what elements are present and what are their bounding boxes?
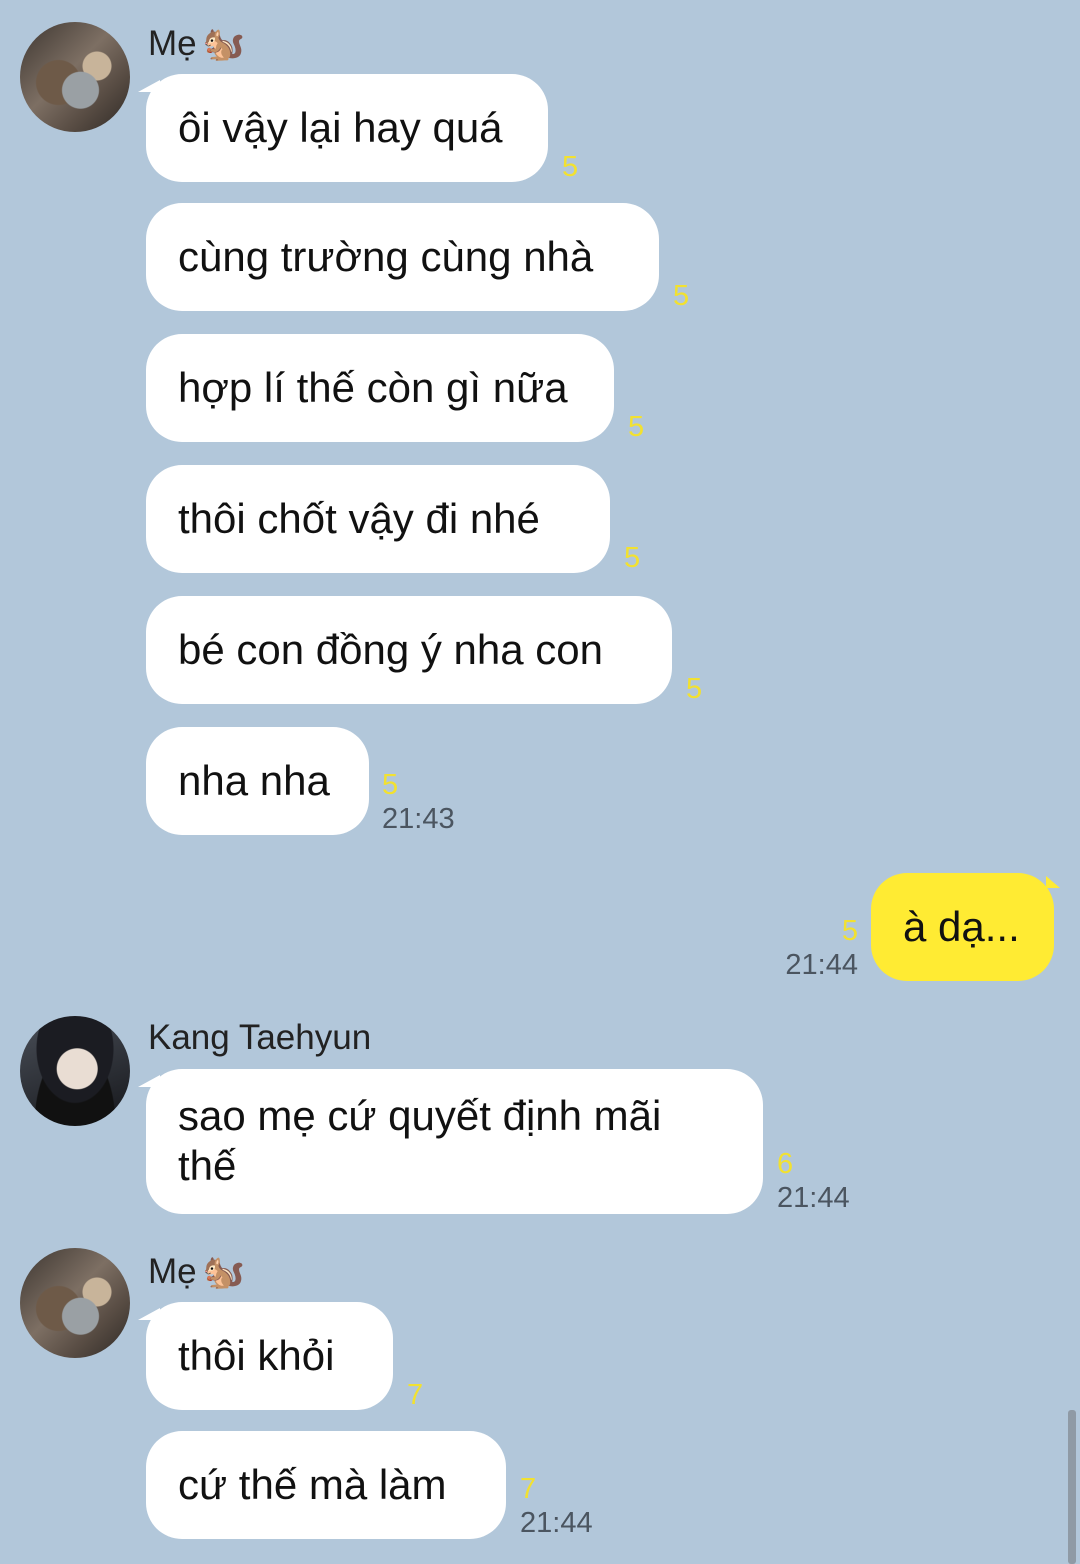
message-meta: 5 <box>624 541 640 575</box>
squirrel-icon: 🐿️ <box>202 25 245 63</box>
unread-count: 5 <box>562 151 579 183</box>
unread-count: 5 <box>841 915 858 947</box>
message-bubble[interactable]: ôi vậy lại hay quá <box>146 74 548 182</box>
avatar-kang-taehyun[interactable] <box>20 1016 130 1126</box>
message-bubble[interactable]: cùng trường cùng nhà <box>146 203 659 311</box>
message-meta: 7 21:44 <box>520 1472 593 1540</box>
unread-count: 7 <box>407 1379 424 1411</box>
timestamp: 21:43 <box>382 803 455 835</box>
sender-name: Kang Taehyun <box>148 1018 372 1057</box>
unread-count: 5 <box>624 542 641 574</box>
sender-name: Mẹ 🐿️ <box>148 24 245 63</box>
unread-count: 7 <box>520 1473 537 1505</box>
message-meta: 5 <box>686 672 702 706</box>
avatar-me[interactable] <box>20 22 130 132</box>
bubble-tail <box>1046 876 1060 888</box>
message-bubble[interactable]: nha nha <box>146 727 369 835</box>
message-meta: 5 <box>628 410 644 444</box>
unread-count: 6 <box>777 1148 794 1180</box>
message-meta: 6 21:44 <box>777 1147 850 1215</box>
message-bubble[interactable]: thôi khỏi <box>146 1302 393 1410</box>
scrollbar[interactable] <box>1068 1410 1076 1564</box>
timestamp: 21:44 <box>777 1182 850 1214</box>
message-meta: 5 <box>673 279 689 313</box>
squirrel-icon: 🐿️ <box>202 1253 245 1291</box>
timestamp: 21:44 <box>520 1507 593 1539</box>
message-bubble[interactable]: hợp lí thế còn gì nữa <box>146 334 614 442</box>
unread-count: 5 <box>628 411 645 443</box>
message-meta: 5 <box>562 150 578 184</box>
unread-count: 5 <box>382 769 399 801</box>
message-bubble[interactable]: bé con đồng ý nha con <box>146 596 672 704</box>
unread-count: 5 <box>686 673 703 705</box>
sender-name: Mẹ 🐿️ <box>148 1252 245 1291</box>
message-meta: 7 <box>407 1378 423 1412</box>
message-meta: 5 21:43 <box>382 768 455 836</box>
unread-count: 5 <box>673 280 690 312</box>
message-bubble[interactable]: thôi chốt vậy đi nhé <box>146 465 610 573</box>
avatar-me[interactable] <box>20 1248 130 1358</box>
timestamp: 21:44 <box>785 949 858 981</box>
message-bubble[interactable]: cứ thế mà làm <box>146 1431 506 1539</box>
message-bubble[interactable]: sao mẹ cứ quyết định mãi thế <box>146 1069 763 1214</box>
my-message-bubble[interactable]: à dạ... <box>871 873 1054 981</box>
message-meta: 5 21:44 <box>782 914 858 982</box>
